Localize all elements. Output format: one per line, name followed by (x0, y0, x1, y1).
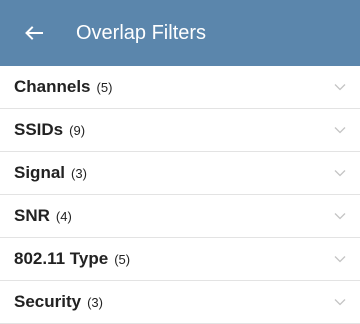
filter-label: Channels (14, 77, 91, 96)
chevron-down-icon (334, 299, 346, 306)
page-title: Overlap Filters (76, 22, 207, 44)
chevron-down-icon (334, 256, 346, 263)
filter-row-signal[interactable]: Signal (3) (0, 152, 360, 195)
filter-label: Signal (14, 163, 66, 182)
filter-count: (9) (69, 123, 86, 138)
filter-label: SSIDs (14, 120, 64, 139)
filter-label: Security (14, 292, 82, 311)
filter-list: Channels (5) SSIDs (9) Signal (3) SNR (4… (0, 66, 360, 324)
filter-row-snr[interactable]: SNR (4) (0, 195, 360, 238)
filter-count: (5) (96, 80, 113, 95)
filter-row-ssids[interactable]: SSIDs (9) (0, 109, 360, 152)
filter-label: SNR (14, 206, 50, 225)
chevron-down-icon (334, 170, 346, 177)
filter-row-channels[interactable]: Channels (5) (0, 66, 360, 109)
arrow-left-icon (25, 26, 43, 40)
filter-count: (3) (87, 295, 103, 310)
filter-row-security[interactable]: Security (3) (0, 281, 360, 324)
filter-count: (5) (114, 252, 131, 267)
overlap-filters-screen: Overlap Filters Channels (5) SSIDs (9) S… (0, 0, 360, 324)
filter-label: 802.11 Type (14, 249, 109, 268)
filter-count: (4) (55, 209, 72, 224)
app-bar: Overlap Filters (0, 0, 360, 66)
filter-count: (3) (71, 166, 87, 181)
chevron-down-icon (334, 213, 346, 220)
filter-row-80211-type[interactable]: 802.11 Type (5) (0, 238, 360, 281)
chevron-down-icon (334, 84, 346, 91)
back-button[interactable] (22, 21, 46, 45)
chevron-down-icon (334, 127, 346, 134)
